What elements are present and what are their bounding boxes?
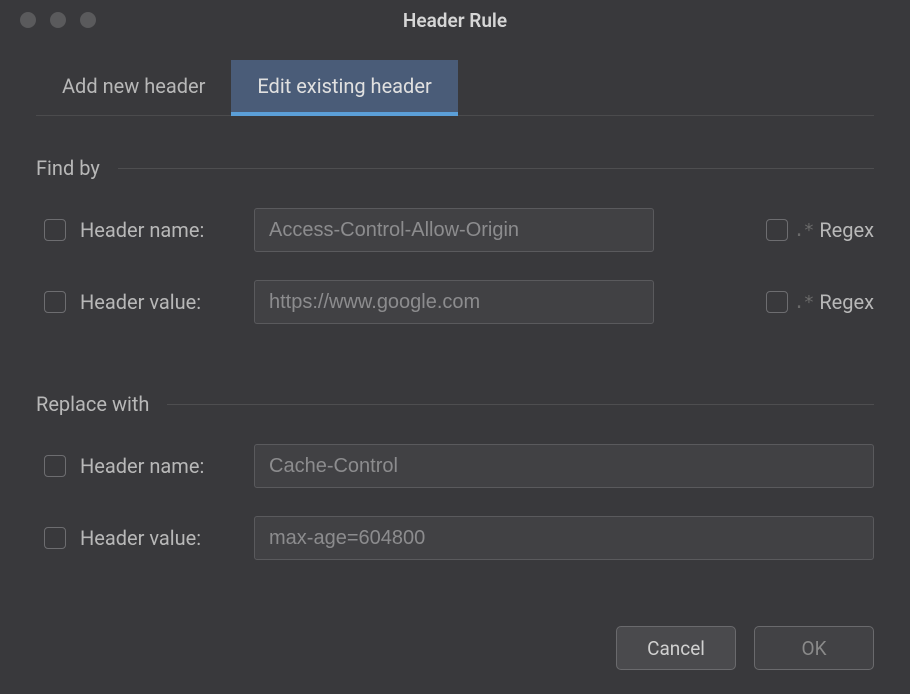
checkbox-find-header-name[interactable] bbox=[44, 219, 66, 241]
input-find-header-name[interactable] bbox=[254, 208, 654, 252]
section-header-find: Find by bbox=[36, 156, 874, 180]
ok-button[interactable]: OK bbox=[754, 626, 874, 670]
regex-group-find-name: .* Regex bbox=[766, 218, 874, 242]
section-replace-with: Replace with Header name: Header value: bbox=[36, 392, 874, 588]
window-title: Header Rule bbox=[0, 9, 910, 32]
maximize-window-icon[interactable] bbox=[80, 12, 96, 28]
tab-add-new-header[interactable]: Add new header bbox=[36, 60, 231, 116]
regex-icon: .* bbox=[794, 220, 814, 241]
label-find-header-name: Header name: bbox=[80, 218, 240, 242]
divider bbox=[167, 404, 874, 405]
close-window-icon[interactable] bbox=[20, 12, 36, 28]
regex-group-find-value: .* Regex bbox=[766, 290, 874, 314]
checkbox-replace-header-value[interactable] bbox=[44, 527, 66, 549]
checkbox-find-header-value[interactable] bbox=[44, 291, 66, 313]
label-find-header-value: Header value: bbox=[80, 290, 240, 314]
label-regex-find-name: Regex bbox=[819, 218, 874, 242]
minimize-window-icon[interactable] bbox=[50, 12, 66, 28]
input-replace-header-name[interactable] bbox=[254, 444, 874, 488]
tab-edit-existing-header[interactable]: Edit existing header bbox=[231, 60, 457, 116]
row-replace-header-value: Header value: bbox=[36, 516, 874, 560]
row-find-header-name: Header name: .* Regex bbox=[36, 208, 874, 252]
regex-icon: .* bbox=[794, 292, 814, 313]
titlebar: Header Rule bbox=[0, 0, 910, 40]
dialog-window: Header Rule Add new header Edit existing… bbox=[0, 0, 910, 694]
dialog-footer: Cancel OK bbox=[0, 626, 910, 694]
checkbox-replace-header-name[interactable] bbox=[44, 455, 66, 477]
tab-bar: Add new header Edit existing header bbox=[36, 60, 874, 116]
section-find-by: Find by Header name: .* Regex Header val… bbox=[36, 156, 874, 352]
input-find-header-value[interactable] bbox=[254, 280, 654, 324]
label-replace-header-value: Header value: bbox=[80, 526, 240, 550]
checkbox-regex-find-value[interactable] bbox=[766, 291, 788, 313]
cancel-button[interactable]: Cancel bbox=[616, 626, 736, 670]
label-regex-find-value: Regex bbox=[819, 290, 874, 314]
row-find-header-value: Header value: .* Regex bbox=[36, 280, 874, 324]
section-legend-find: Find by bbox=[36, 156, 100, 180]
section-legend-replace: Replace with bbox=[36, 392, 149, 416]
input-replace-header-value[interactable] bbox=[254, 516, 874, 560]
window-controls bbox=[20, 12, 96, 28]
section-header-replace: Replace with bbox=[36, 392, 874, 416]
row-replace-header-name: Header name: bbox=[36, 444, 874, 488]
checkbox-regex-find-name[interactable] bbox=[766, 219, 788, 241]
label-replace-header-name: Header name: bbox=[80, 454, 240, 478]
divider bbox=[118, 168, 874, 169]
dialog-content: Add new header Edit existing header Find… bbox=[0, 40, 910, 626]
